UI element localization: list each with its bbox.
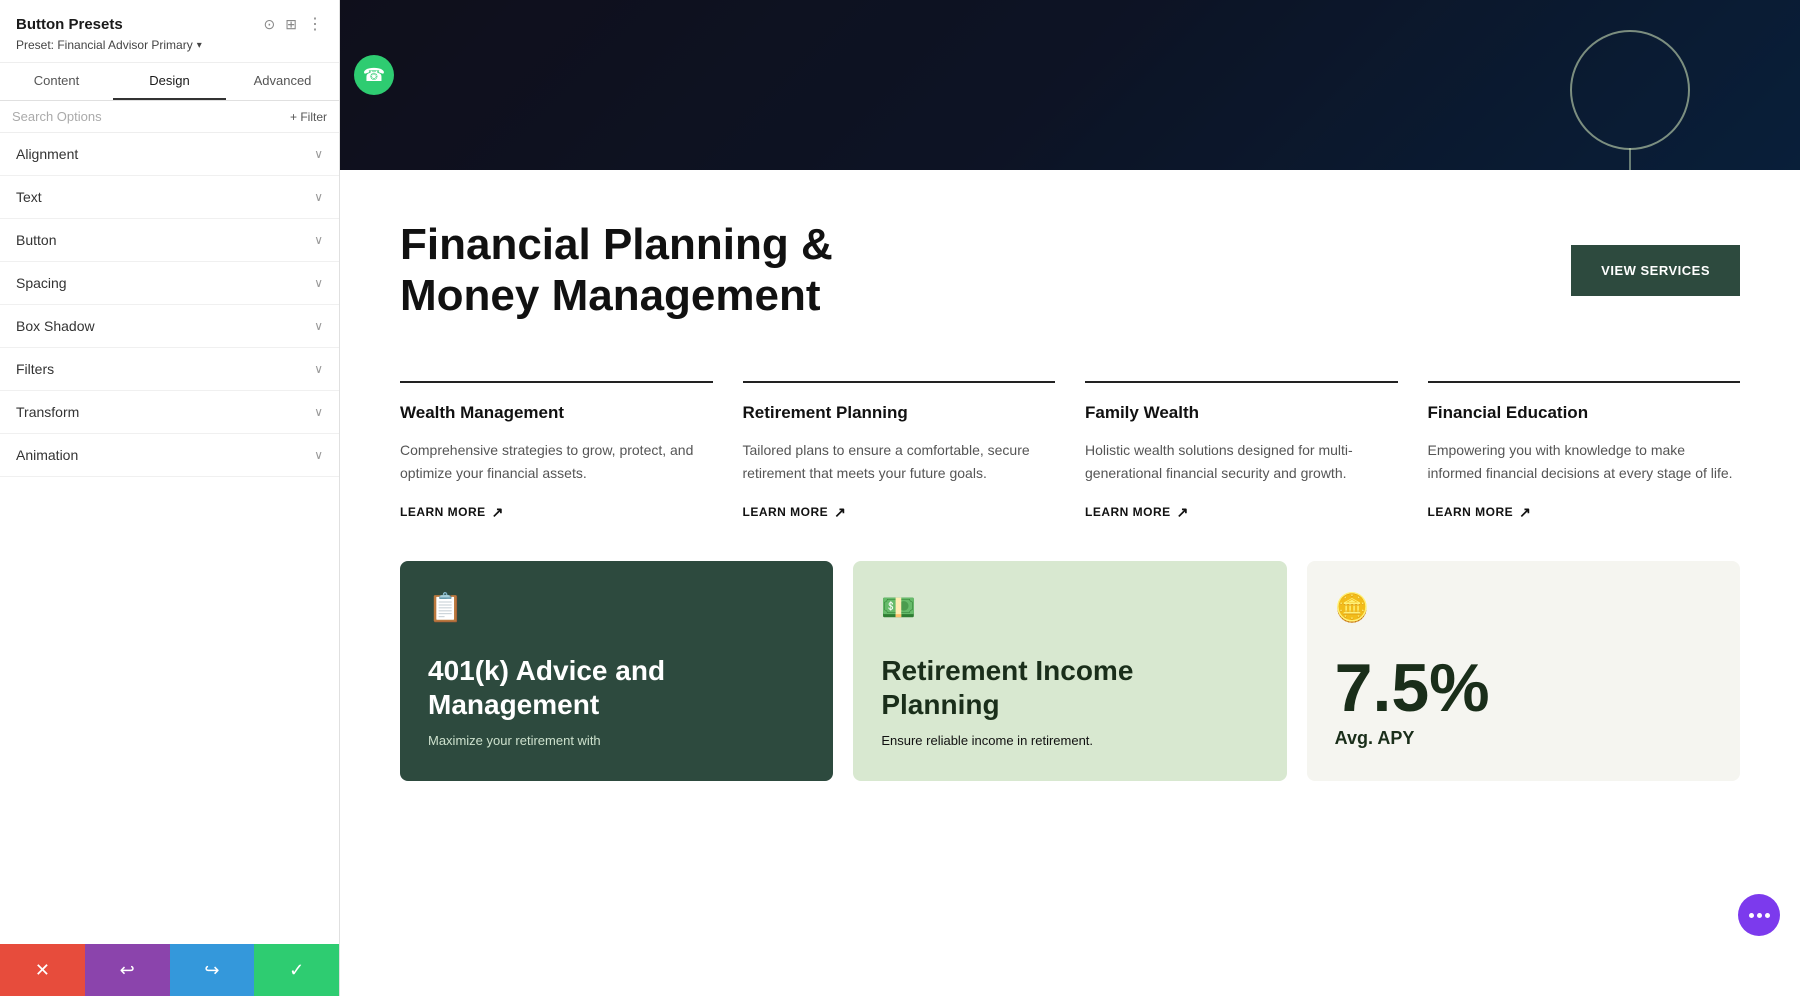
tab-advanced[interactable]: Advanced xyxy=(226,63,339,100)
close-icon: ✕ xyxy=(35,960,50,981)
float-action-button[interactable]: ☎ xyxy=(354,55,394,95)
document-dollar-icon: 📋 xyxy=(428,591,805,624)
chevron-down-icon: ∨ xyxy=(314,233,323,247)
service-desc: Holistic wealth solutions designed for m… xyxy=(1085,439,1398,484)
more-icon[interactable]: ⋮ xyxy=(307,14,323,34)
confirm-button[interactable]: ✓ xyxy=(254,944,339,996)
service-card-wealth: Wealth Management Comprehensive strategi… xyxy=(400,381,713,521)
section-list: Alignment ∨ Text ∨ Button ∨ Spacing ∨ Bo… xyxy=(0,133,339,951)
section-text[interactable]: Text ∨ xyxy=(0,176,339,219)
service-title: Financial Education xyxy=(1428,403,1741,423)
chat-dot xyxy=(1749,913,1754,918)
card-desc: Maximize your retirement with xyxy=(428,731,805,751)
tab-content[interactable]: Content xyxy=(0,63,113,100)
card-401k: 📋 401(k) Advice and Management Maximize … xyxy=(400,561,833,781)
preset-label[interactable]: Preset: Financial Advisor Primary ▾ xyxy=(16,38,323,52)
main-content: Financial Planning & Money Management VI… xyxy=(340,170,1800,996)
learn-more-family[interactable]: LEARN MORE ↗ xyxy=(1085,504,1398,521)
focus-icon[interactable]: ⊙ xyxy=(264,16,276,33)
section-transform[interactable]: Transform ∨ xyxy=(0,391,339,434)
panel-title-icons: ⊙ ⊞ ⋮ xyxy=(264,14,323,34)
check-icon: ✓ xyxy=(289,960,304,981)
redo-icon: ↪ xyxy=(204,960,219,981)
panel-title: Button Presets xyxy=(16,16,123,33)
chevron-down-icon: ∨ xyxy=(314,319,323,333)
fp-title: Financial Planning & Money Management xyxy=(400,220,1531,321)
hero-section: ☎ xyxy=(340,0,1800,170)
service-desc: Tailored plans to ensure a comfortable, … xyxy=(743,439,1056,484)
panel-header: Button Presets ⊙ ⊞ ⋮ Preset: Financial A… xyxy=(0,0,339,63)
filter-button[interactable]: + Filter xyxy=(290,110,327,124)
apy-label: Avg. APY xyxy=(1335,728,1712,749)
apy-number: 7.5% xyxy=(1335,654,1712,722)
card-title: Retirement Income Planning xyxy=(881,654,1258,721)
bottom-toolbar: ✕ ↩ ↪ ✓ xyxy=(0,944,339,996)
columns-icon[interactable]: ⊞ xyxy=(285,16,297,33)
section-filters[interactable]: Filters ∨ xyxy=(0,348,339,391)
search-input[interactable] xyxy=(12,109,282,124)
money-hand-icon: 💵 xyxy=(881,591,1258,624)
section-spacing[interactable]: Spacing ∨ xyxy=(0,262,339,305)
arrow-icon: ↗ xyxy=(492,504,504,521)
service-card-education: Financial Education Empowering you with … xyxy=(1428,381,1741,521)
chat-dots xyxy=(1749,913,1770,918)
redo-button[interactable]: ↪ xyxy=(170,944,255,996)
chat-bubble[interactable] xyxy=(1738,894,1780,936)
undo-button[interactable]: ↩ xyxy=(85,944,170,996)
left-panel: Button Presets ⊙ ⊞ ⋮ Preset: Financial A… xyxy=(0,0,340,996)
learn-more-retirement[interactable]: LEARN MORE ↗ xyxy=(743,504,1056,521)
arrow-icon: ↗ xyxy=(1519,504,1531,521)
card-apy: 🪙 7.5% Avg. APY xyxy=(1307,561,1740,781)
tab-design[interactable]: Design xyxy=(113,63,226,100)
fp-title-block: Financial Planning & Money Management xyxy=(400,220,1531,321)
tabs-row: Content Design Advanced xyxy=(0,63,339,101)
chat-dot xyxy=(1757,913,1762,918)
chevron-down-icon: ∨ xyxy=(314,147,323,161)
card-desc: Ensure reliable income in retirement. xyxy=(881,731,1258,751)
chevron-down-icon: ∨ xyxy=(314,362,323,376)
deco-circle xyxy=(1570,30,1690,150)
right-content: ☎ Financial Planning & Money Management … xyxy=(340,0,1800,996)
service-card-retirement: Retirement Planning Tailored plans to en… xyxy=(743,381,1056,521)
preset-arrow: ▾ xyxy=(197,40,202,51)
chat-dot xyxy=(1765,913,1770,918)
section-alignment[interactable]: Alignment ∨ xyxy=(0,133,339,176)
section-animation[interactable]: Animation ∨ xyxy=(0,434,339,477)
card-title: 401(k) Advice and Management xyxy=(428,654,805,721)
services-grid: Wealth Management Comprehensive strategi… xyxy=(340,361,1800,561)
chevron-down-icon: ∨ xyxy=(314,448,323,462)
search-row: + Filter xyxy=(0,101,339,133)
fp-section: Financial Planning & Money Management VI… xyxy=(340,170,1800,361)
chevron-down-icon: ∨ xyxy=(314,276,323,290)
service-title: Family Wealth xyxy=(1085,403,1398,423)
service-desc: Comprehensive strategies to grow, protec… xyxy=(400,439,713,484)
service-title: Retirement Planning xyxy=(743,403,1056,423)
card-retirement-income: 💵 Retirement Income Planning Ensure reli… xyxy=(853,561,1286,781)
service-title: Wealth Management xyxy=(400,403,713,423)
chevron-down-icon: ∨ xyxy=(314,405,323,419)
cards-row: 📋 401(k) Advice and Management Maximize … xyxy=(340,561,1800,801)
section-box-shadow[interactable]: Box Shadow ∨ xyxy=(0,305,339,348)
fp-right: VIEW SERVICES xyxy=(1571,220,1740,321)
undo-icon: ↩ xyxy=(120,960,135,981)
arrow-icon: ↗ xyxy=(834,504,846,521)
service-desc: Empowering you with knowledge to make in… xyxy=(1428,439,1741,484)
phone-icon: ☎ xyxy=(363,65,385,86)
service-card-family: Family Wealth Holistic wealth solutions … xyxy=(1085,381,1398,521)
arrow-icon: ↗ xyxy=(1177,504,1189,521)
section-button[interactable]: Button ∨ xyxy=(0,219,339,262)
view-services-button[interactable]: VIEW SERVICES xyxy=(1571,245,1740,296)
close-button[interactable]: ✕ xyxy=(0,944,85,996)
learn-more-education[interactable]: LEARN MORE ↗ xyxy=(1428,504,1741,521)
coins-icon: 🪙 xyxy=(1335,591,1712,624)
chevron-down-icon: ∨ xyxy=(314,190,323,204)
learn-more-wealth[interactable]: LEARN MORE ↗ xyxy=(400,504,713,521)
